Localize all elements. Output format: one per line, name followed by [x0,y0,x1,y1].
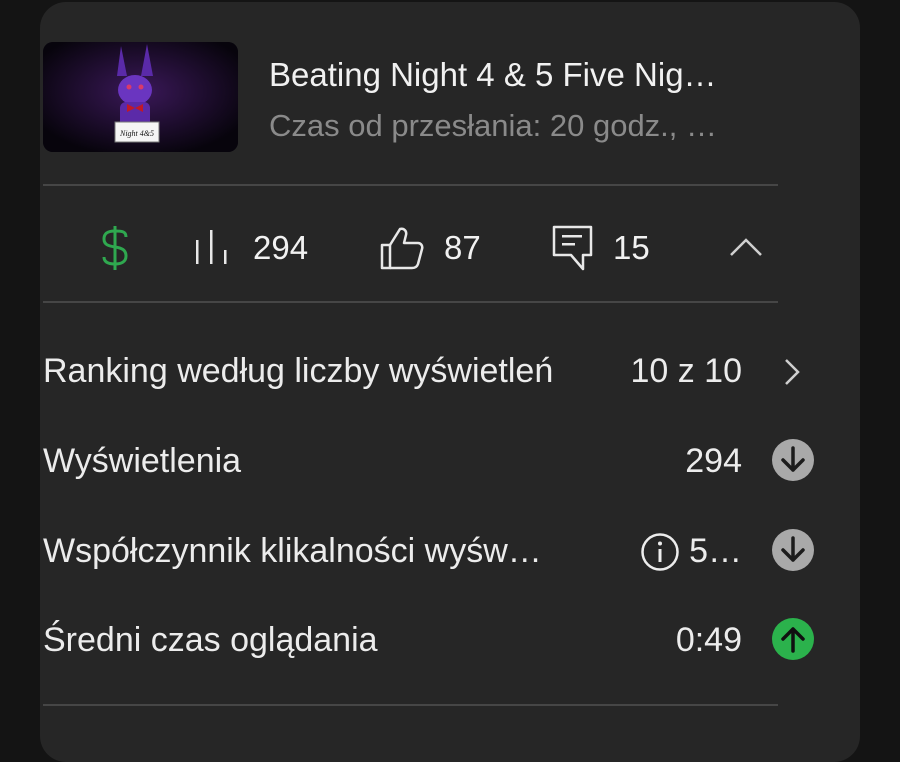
thumbnail-text: Night 4&5 [119,129,154,138]
stats-row: 294 87 15 [43,218,778,278]
monetization-stat[interactable] [95,218,135,278]
trend-indicator [772,439,814,481]
divider [43,301,778,303]
views-row[interactable]: Wyświetlenia 294 [43,438,814,488]
bar-chart-icon [196,230,227,264]
ctr-label: Współczynnik klikalności wyśw… [43,532,542,570]
ctr-value: 5… [689,532,742,570]
thumbs-up-icon [380,227,424,270]
trend-indicator [772,529,814,571]
screen: Night 4&5 Beating Night 4 & 5 Five Nig… … [0,0,900,762]
avg-watch-time-label: Średni czas oglądania [43,621,378,659]
trend-indicator [772,618,814,660]
video-thumbnail[interactable]: Night 4&5 [43,42,238,152]
views-count: 294 [253,229,309,266]
arrow-down-icon [772,439,814,481]
ranking-value: 10 z 10 [630,352,742,390]
ranking-label: Ranking według liczby wyświetleń [43,352,554,390]
collapse-button[interactable] [728,232,764,267]
arrow-down-icon [772,529,814,571]
video-header[interactable]: Night 4&5 Beating Night 4 & 5 Five Nig… … [43,42,778,154]
likes-count: 87 [444,229,481,266]
views-value: 294 [685,442,742,480]
chevron-right-icon [785,359,800,385]
comments-count: 15 [613,229,650,266]
avg-watch-time-row[interactable]: Średni czas oglądania 0:49 [43,617,814,667]
comment-icon [552,225,593,271]
likes-stat[interactable]: 87 [378,218,481,278]
comments-stat[interactable]: 15 [551,218,650,278]
chevron-up-icon [730,238,762,256]
arrow-up-icon [772,618,814,660]
divider [43,184,778,186]
ranking-row[interactable]: Ranking według liczby wyświetleń 10 z 10 [43,348,800,398]
thumbnail-image: Night 4&5 [43,42,238,152]
avg-watch-time-value: 0:49 [675,621,742,659]
video-title[interactable]: Beating Night 4 & 5 Five Nig… [269,56,777,94]
video-upload-time: Czas od przesłania: 20 godz., … [269,108,718,143]
ctr-row[interactable]: Współczynnik klikalności wyśw… 5… [43,528,814,578]
views-label: Wyświetlenia [43,442,242,480]
views-stat[interactable]: 294 [191,218,308,278]
divider [43,704,778,706]
info-icon[interactable] [640,532,680,572]
dollar-icon [102,226,128,270]
